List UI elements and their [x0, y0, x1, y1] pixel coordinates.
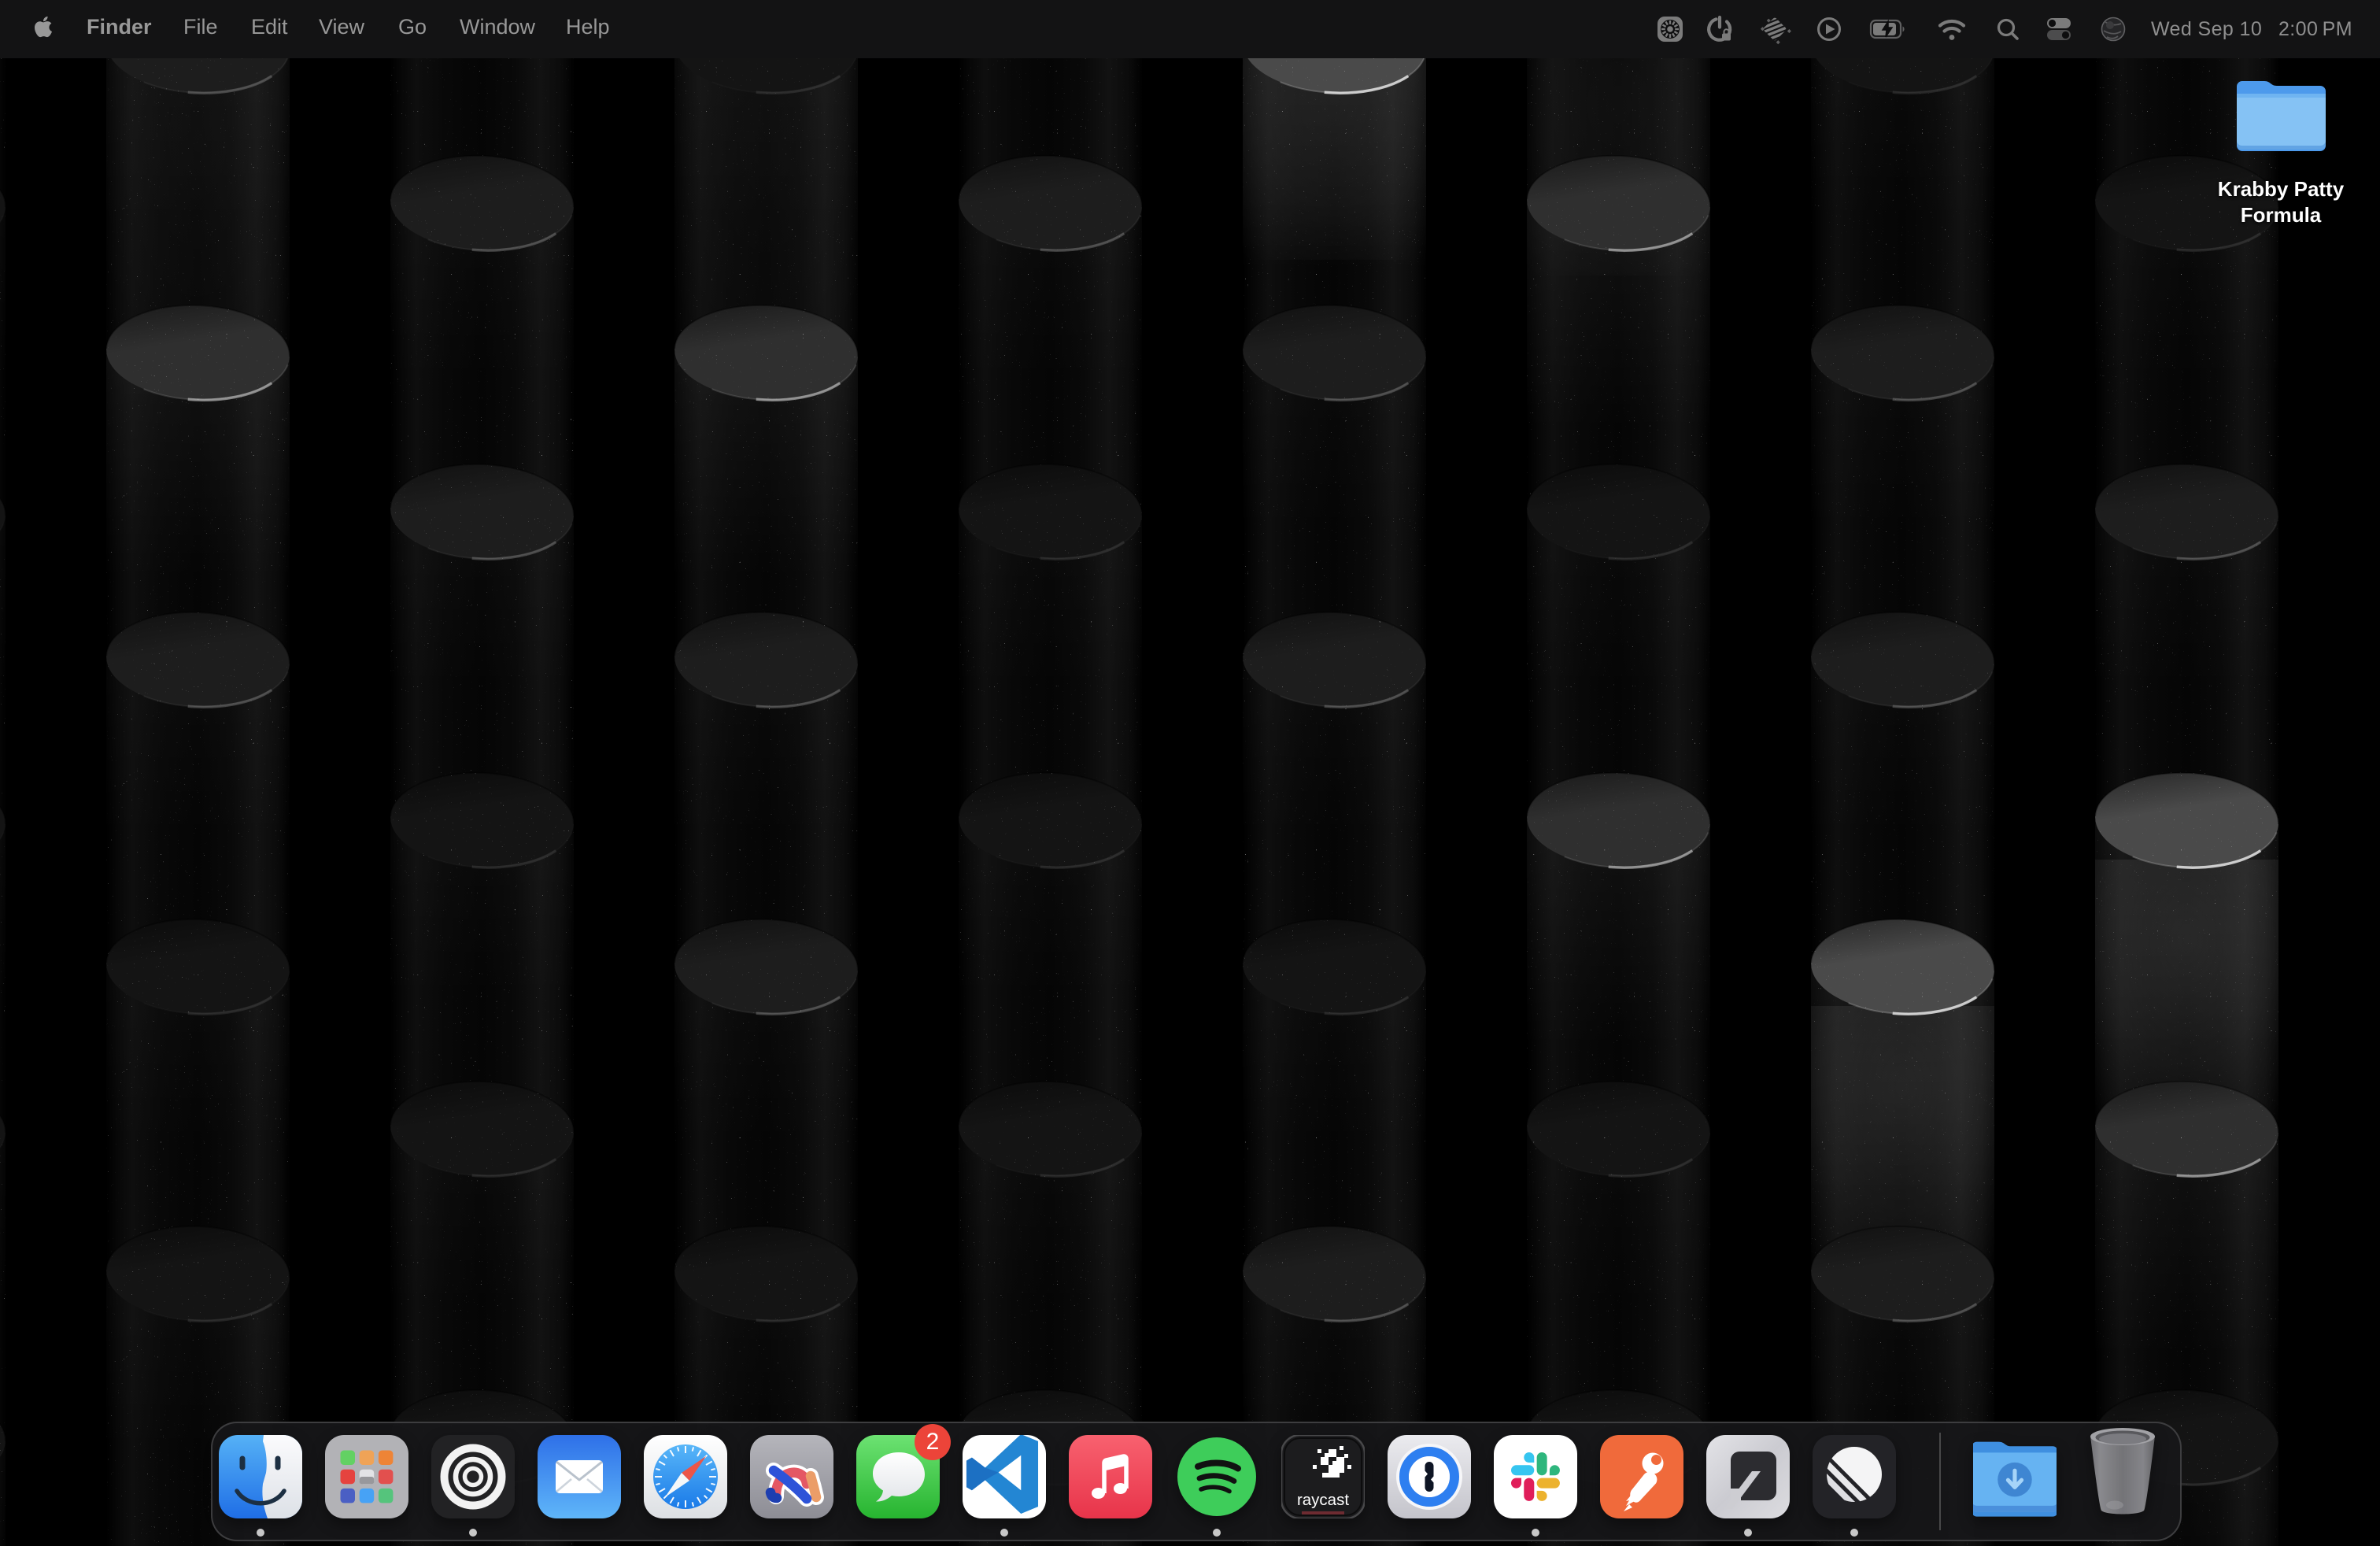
svg-text:raycast: raycast: [1297, 1491, 1349, 1509]
